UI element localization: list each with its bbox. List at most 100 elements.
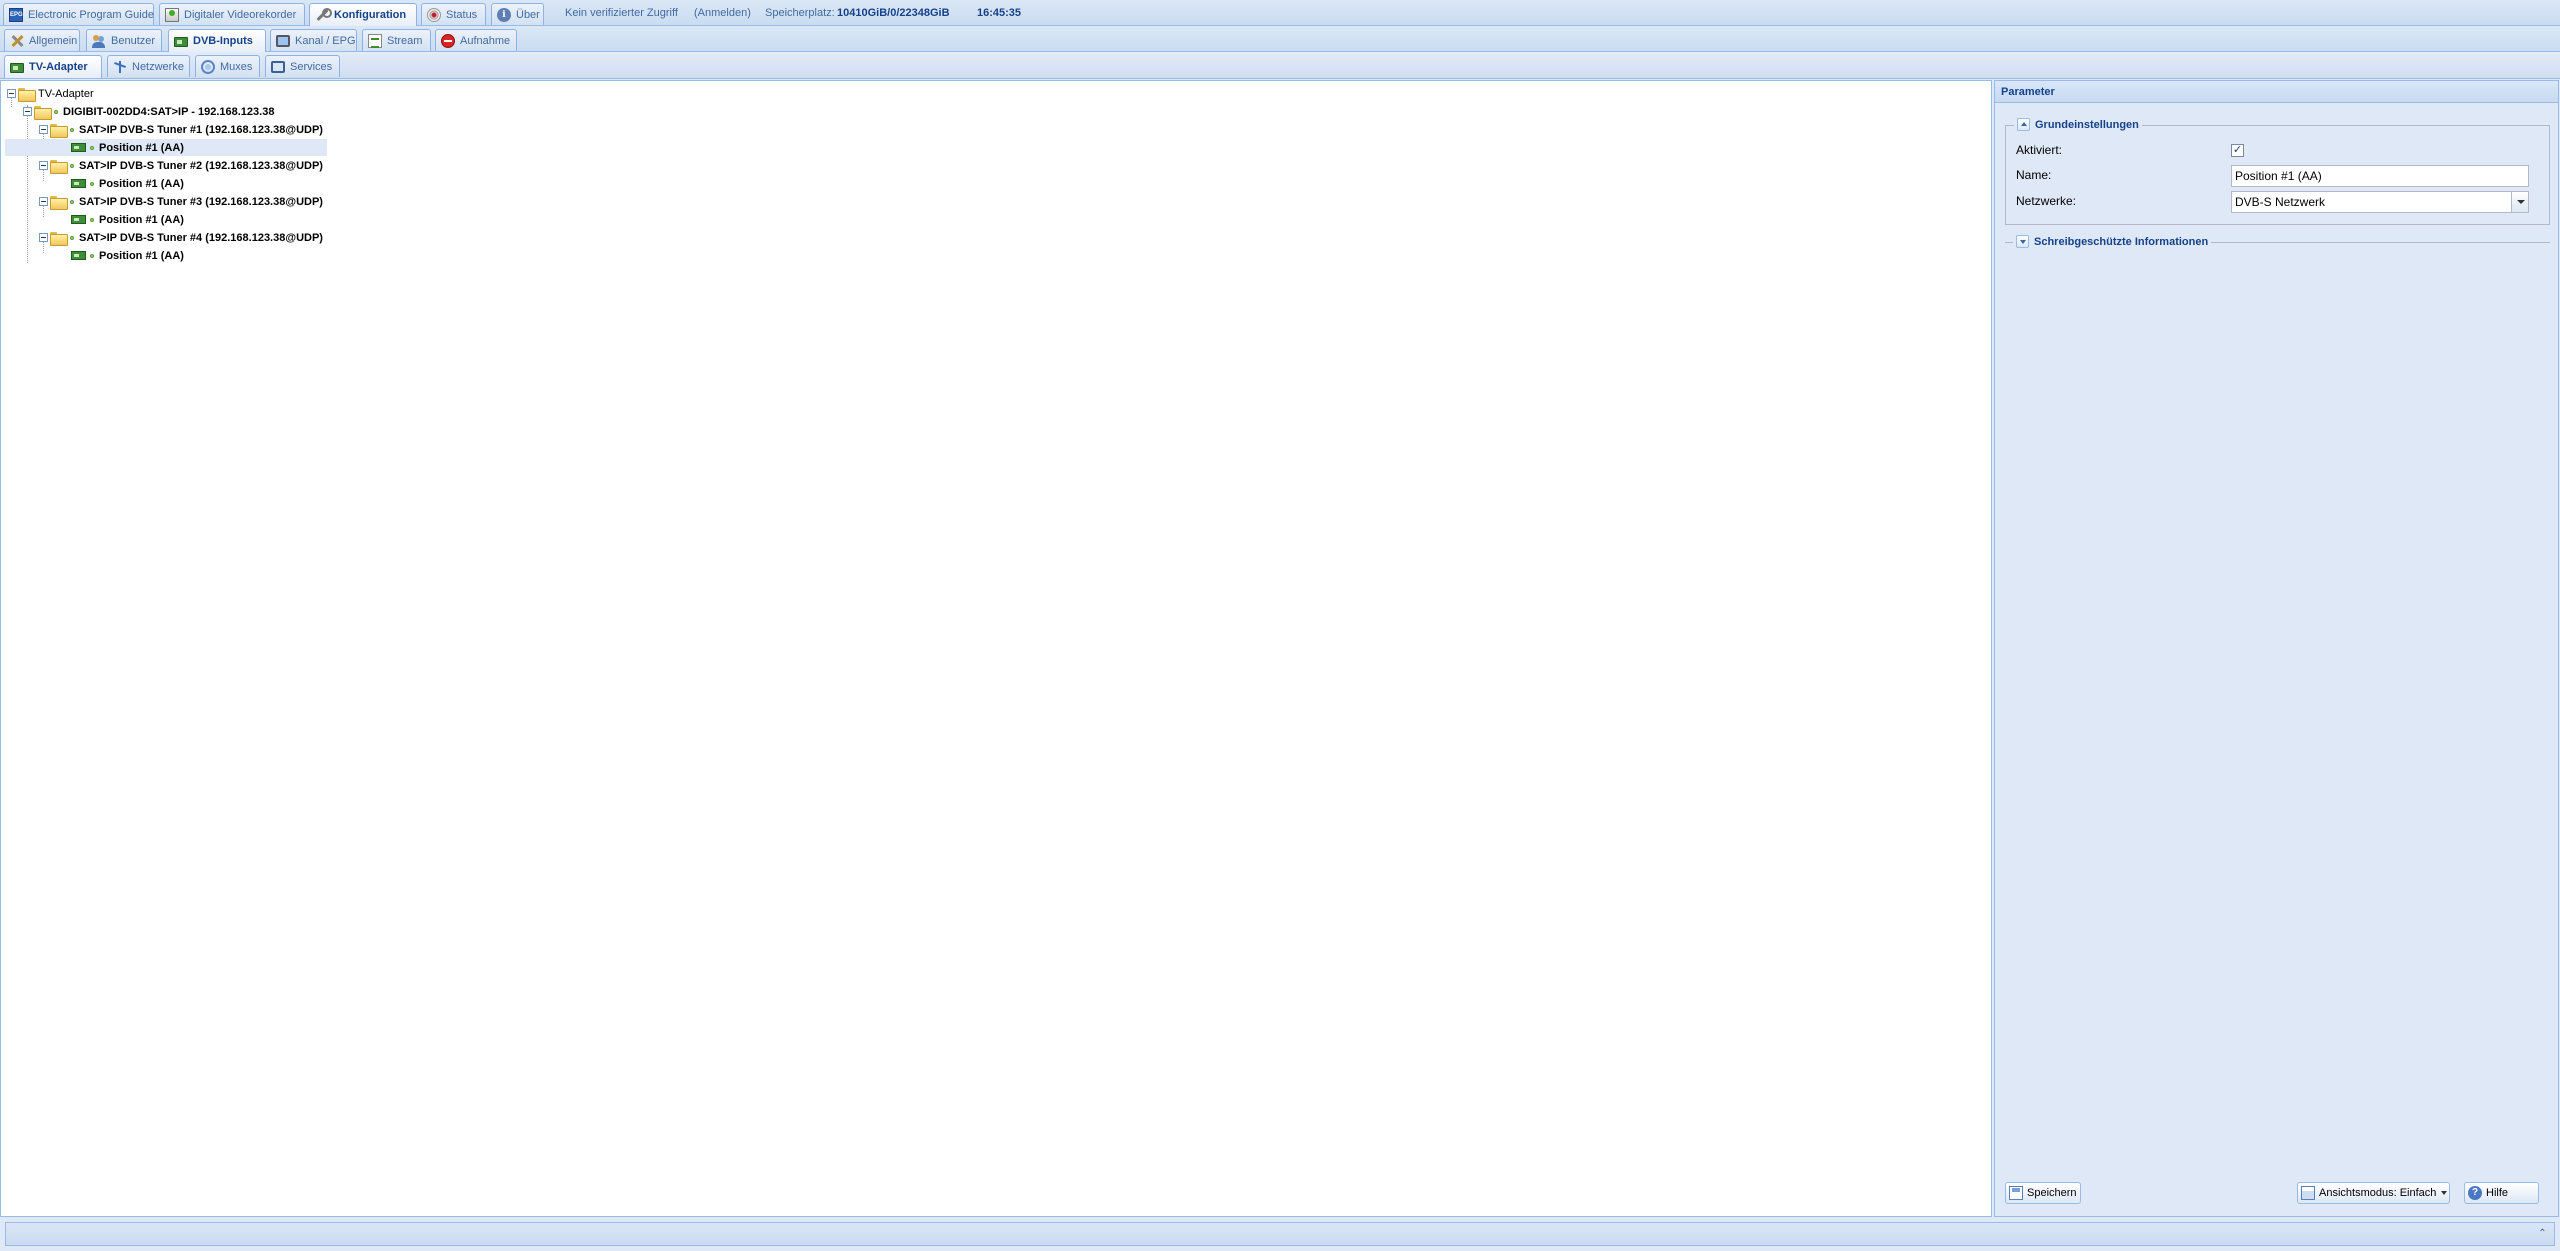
tab-konfiguration[interactable]: Konfiguration — [309, 3, 417, 26]
chevron-down-icon[interactable] — [2511, 192, 2528, 212]
tab-netzwerke[interactable]: Netzwerke — [107, 55, 190, 77]
help-icon: ? — [2468, 1186, 2482, 1200]
parameter-panel-title: Parameter — [1995, 81, 2558, 103]
expand-down-icon[interactable] — [2016, 235, 2029, 248]
networks-select[interactable]: DVB-S Netzwerk — [2231, 191, 2529, 213]
tree-node-position[interactable]: Position #1 (AA) — [71, 211, 391, 228]
tree-node-root[interactable]: TV-Adapter — [7, 85, 327, 102]
config-tabbar: Allgemein Benutzer DVB-Inputs Kanal / EP… — [0, 26, 2560, 52]
tab-dvb-inputs[interactable]: DVB-Inputs — [168, 29, 266, 52]
view-mode-label: Ansichtsmodus: Einfach — [2319, 1187, 2437, 1199]
tree-node-label: Position #1 (AA) — [99, 141, 184, 154]
collapse-toggle-icon[interactable] — [39, 233, 48, 242]
tab-kanal-epg[interactable]: Kanal / EPG — [270, 29, 357, 51]
login-link[interactable]: (Anmelden) — [694, 7, 751, 19]
storage-label: Speicherplatz: — [765, 7, 835, 19]
tab-label: Über — [516, 8, 540, 21]
folder-icon — [50, 195, 68, 210]
tree-node-label: SAT>IP DVB-S Tuner #1 (192.168.123.38@UD… — [79, 123, 323, 136]
tab-label: Kanal / EPG — [295, 34, 356, 47]
info-icon: i — [497, 7, 511, 22]
tv-card-icon — [174, 37, 188, 47]
record-icon — [441, 33, 455, 48]
basic-settings-fieldset: Grundeinstellungen Aktiviert: ✓ Name: Ne… — [2005, 118, 2550, 225]
view-mode-button[interactable]: Ansichtsmodus: Einfach — [2297, 1182, 2450, 1204]
collapse-toggle-icon[interactable] — [39, 197, 48, 206]
tab-label: Benutzer — [111, 34, 156, 47]
collapse-toggle-icon[interactable] — [7, 89, 16, 98]
status-icon — [427, 7, 441, 22]
tab-allgemein[interactable]: Allgemein — [4, 29, 80, 51]
tab-label: Digitaler Videorekorder — [184, 8, 297, 21]
fieldset-title: Schreibgeschützte Informationen — [2034, 235, 2209, 248]
status-dot-icon — [90, 181, 94, 186]
tab-benutzer[interactable]: Benutzer — [86, 29, 162, 51]
collapse-toggle-icon[interactable] — [39, 161, 48, 170]
collapse-toggle-icon[interactable] — [23, 107, 32, 116]
double-chevron-up-icon[interactable]: ⌃ — [2537, 1229, 2548, 1240]
tree-node-label: SAT>IP DVB-S Tuner #2 (192.168.123.38@UD… — [79, 159, 323, 172]
help-button[interactable]: ? Hilfe — [2464, 1182, 2539, 1204]
enabled-checkbox[interactable]: ✓ — [2231, 144, 2244, 157]
readonly-info-legend[interactable]: Schreibgeschützte Informationen — [2013, 235, 2212, 248]
tv-icon — [276, 34, 290, 47]
collapse-toggle-icon[interactable] — [39, 125, 48, 134]
tab-services[interactable]: Services — [265, 55, 340, 77]
tree-node-device[interactable]: DIGIBIT-002DD4:SAT>IP - 192.168.123.38 — [23, 103, 343, 120]
main-tabbar: EPG Electronic Program Guide Digitaler V… — [0, 0, 2560, 26]
folder-icon — [50, 231, 68, 246]
tv-card-icon — [71, 215, 86, 224]
status-dot-icon — [70, 235, 74, 240]
tab-label: Allgemein — [29, 34, 78, 47]
status-dot-icon — [54, 109, 58, 114]
tree-node-position[interactable]: Position #1 (AA) — [71, 247, 391, 264]
tv-card-icon — [71, 143, 86, 152]
readonly-info-fieldset: Schreibgeschützte Informationen — [2005, 235, 2550, 248]
tab-ueber[interactable]: i Über — [491, 3, 544, 25]
save-button[interactable]: Speichern — [2005, 1182, 2081, 1204]
basic-settings-legend[interactable]: Grundeinstellungen — [2014, 118, 2142, 131]
collapse-up-icon[interactable] — [2017, 118, 2030, 131]
status-dot-icon — [90, 217, 94, 222]
services-icon — [271, 60, 285, 73]
tree-node-tuner[interactable]: SAT>IP DVB-S Tuner #1 (192.168.123.38@UD… — [39, 121, 359, 138]
tab-stream[interactable]: Stream — [362, 29, 431, 51]
tab-epg[interactable]: EPG Electronic Program Guide — [3, 3, 154, 25]
tab-status[interactable]: Status — [421, 3, 486, 25]
tab-tv-adapter[interactable]: TV-Adapter — [4, 55, 102, 78]
tab-label: Aufnahme — [460, 34, 511, 47]
mux-icon — [201, 59, 215, 74]
tree-node-tuner[interactable]: SAT>IP DVB-S Tuner #4 (192.168.123.38@UD… — [39, 229, 359, 246]
tree-node-position[interactable]: Position #1 (AA) — [5, 139, 327, 156]
tab-label: Stream — [387, 34, 423, 47]
tab-label: TV-Adapter — [29, 61, 88, 73]
tree-node-tuner[interactable]: SAT>IP DVB-S Tuner #3 (192.168.123.38@UD… — [39, 193, 359, 210]
tools-icon — [10, 34, 24, 48]
save-button-label: Speichern — [2027, 1187, 2077, 1199]
tv-card-icon — [71, 251, 86, 260]
name-field[interactable] — [2231, 165, 2529, 187]
tab-dvr[interactable]: Digitaler Videorekorder — [159, 3, 305, 25]
tree-node-tuner[interactable]: SAT>IP DVB-S Tuner #2 (192.168.123.38@UD… — [39, 157, 359, 174]
name-label: Name: — [2016, 168, 2052, 182]
save-icon — [2009, 1186, 2023, 1200]
tv-card-icon — [71, 179, 86, 188]
tree-node-label: SAT>IP DVB-S Tuner #4 (192.168.123.38@UD… — [79, 231, 323, 244]
tab-label: Muxes — [220, 60, 253, 73]
tv-card-icon — [10, 63, 24, 73]
stream-icon — [368, 33, 382, 48]
networks-select-value: DVB-S Netzwerk — [2235, 195, 2326, 209]
status-dot-icon — [90, 145, 94, 150]
tree-node-position[interactable]: Position #1 (AA) — [71, 175, 391, 192]
dvr-icon — [165, 7, 179, 22]
clock: 16:45:35 — [977, 7, 1022, 19]
tree-connector — [27, 105, 28, 263]
chevron-down-icon — [2441, 1191, 2448, 1195]
status-dot-icon — [90, 253, 94, 258]
tab-label: Services — [290, 60, 333, 73]
tab-aufnahme[interactable]: Aufnahme — [435, 29, 517, 51]
status-dot-icon — [70, 199, 74, 204]
bottom-status-bar: ⌃ — [5, 1222, 2555, 1246]
tab-label: Status — [446, 8, 478, 21]
tab-muxes[interactable]: Muxes — [195, 55, 260, 77]
